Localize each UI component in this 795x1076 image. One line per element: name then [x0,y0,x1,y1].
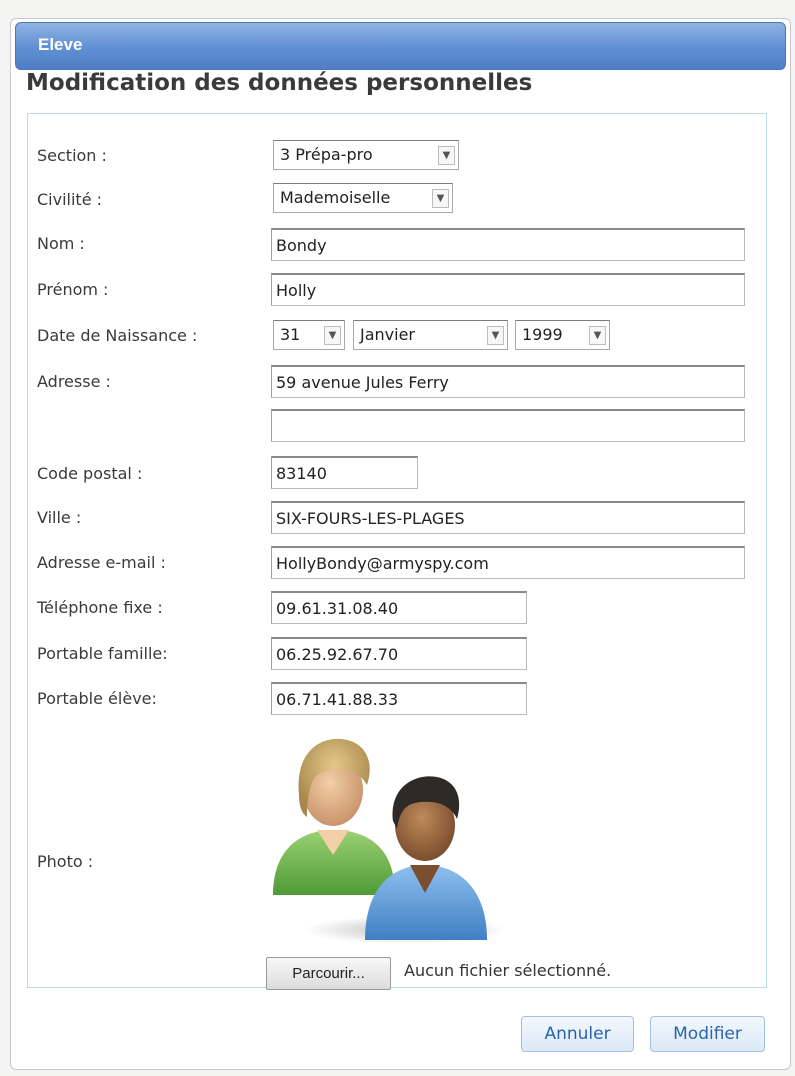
chevron-down-icon: ▼ [324,326,341,345]
tel-fixe-input[interactable]: 09.61.31.08.40 [271,591,527,624]
naissance-label: Date de Naissance : [37,326,198,345]
code-postal-input[interactable]: 83140 [271,456,418,489]
adresse-label: Adresse : [37,372,111,391]
portable-famille-input[interactable]: 06.25.92.67.70 [271,637,527,670]
prenom-label: Prénom : [37,280,109,299]
ville-input[interactable]: SIX-FOURS-LES-PLAGES [271,501,745,534]
adresse-line2-input[interactable] [271,409,745,442]
civilite-label: Civilité : [37,190,103,209]
users-icon [273,738,505,944]
civilite-select[interactable]: Mademoiselle ▼ [273,183,453,213]
section-select[interactable]: 3 Prépa-pro ▼ [273,140,459,170]
prenom-input[interactable]: Holly [271,273,745,306]
cancel-button[interactable]: Annuler [521,1016,634,1052]
email-label: Adresse e-mail : [37,553,166,572]
birth-day-value: 31 [280,325,301,344]
section-value: 3 Prépa-pro [280,145,373,164]
birth-year-select[interactable]: 1999 ▼ [515,320,610,350]
submit-button[interactable]: Modifier [650,1016,765,1052]
no-file-text: Aucun fichier sélectionné. [404,961,612,980]
nom-input[interactable]: Bondy [271,228,745,261]
ville-label: Ville : [37,508,82,527]
dialog-title-bar: Eleve [15,22,786,70]
dialog-title: Eleve [38,35,83,54]
section-label: Section : [37,146,107,165]
birth-month-value: Janvier [360,325,415,344]
photo-label: Photo : [37,852,94,871]
adresse-line1-input[interactable]: 59 avenue Jules Ferry [271,365,745,398]
birth-day-select[interactable]: 31 ▼ [273,320,345,350]
portable-eleve-label: Portable élève: [37,689,157,708]
chevron-down-icon: ▼ [487,326,504,345]
chevron-down-icon: ▼ [438,146,455,165]
page-title: Modification des données personnelles [26,70,533,96]
portable-famille-label: Portable famille: [37,644,168,663]
code-postal-label: Code postal : [37,464,143,483]
chevron-down-icon: ▼ [589,326,606,345]
tel-fixe-label: Téléphone fixe : [37,598,163,617]
civilite-value: Mademoiselle [280,188,391,207]
birth-year-value: 1999 [522,325,563,344]
chevron-down-icon: ▼ [432,189,449,208]
birth-month-select[interactable]: Janvier ▼ [353,320,508,350]
nom-label: Nom : [37,234,85,253]
portable-eleve-input[interactable]: 06.71.41.88.33 [271,682,527,715]
email-input[interactable]: HollyBondy@armyspy.com [271,546,745,579]
browse-button[interactable]: Parcourir... [266,957,391,990]
